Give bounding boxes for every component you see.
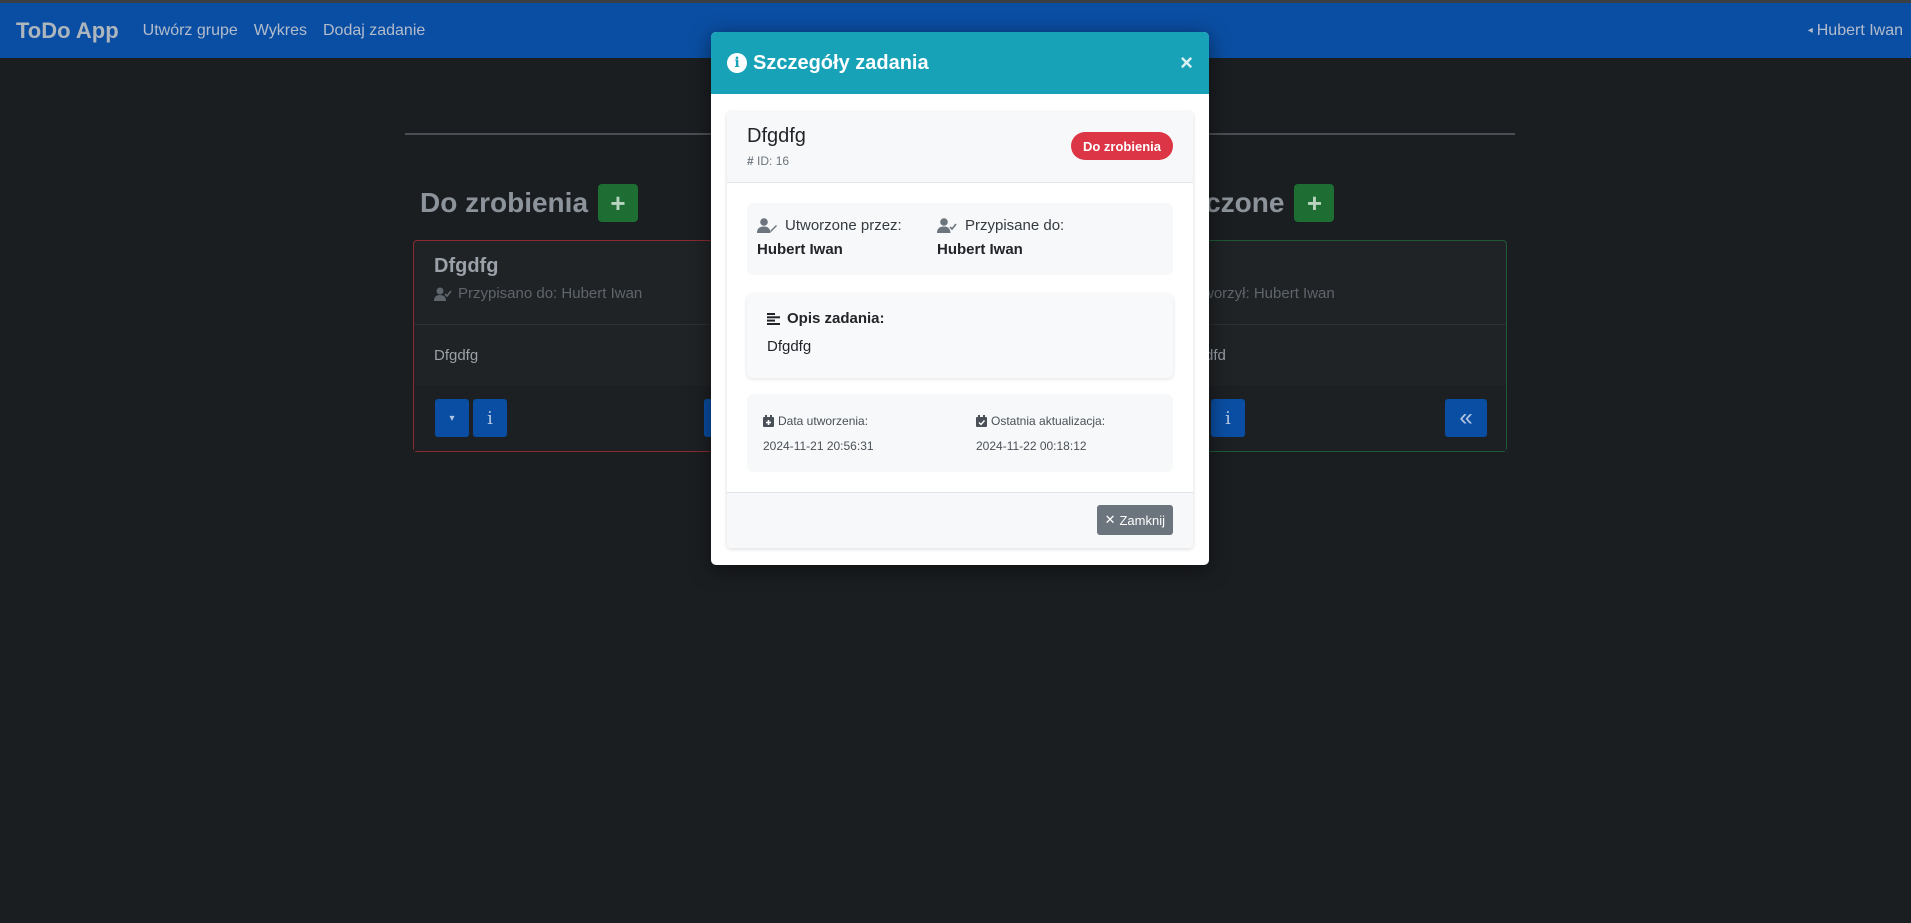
updated-date: Ostatnia aktualizacja: 2024-11-22 00:18:… [976, 414, 1105, 453]
updated-date-label: Ostatnia aktualizacja: [976, 414, 1105, 428]
brand-link[interactable]: ToDo App [16, 18, 119, 44]
x-icon: ✕ [1104, 512, 1116, 527]
task-name: Dfgdfg [747, 125, 806, 147]
close-button-label: Zamknij [1119, 512, 1165, 528]
assigned-to-label-text: Przypisane do: [965, 217, 1065, 234]
created-date-label-text: Data utworzenia: [778, 414, 869, 428]
caret-left-icon: ◂ [1807, 25, 1813, 36]
close-icon[interactable]: × [1180, 50, 1193, 76]
caret-down-icon: ▾ [449, 412, 455, 424]
task-detail-card: Dfgdfg # ID: 16 Do zrobienia Utworzone p… [727, 112, 1193, 548]
nav-link-create-group[interactable]: Utwórz grupe [143, 22, 238, 40]
calendar-plus-icon [763, 415, 774, 427]
modal-title: i Szczegóły zadania [727, 52, 929, 75]
task-card-title: Dfgdfg [434, 255, 499, 277]
created-by: Utworzone przez: Hubert Iwan [757, 217, 902, 258]
info-icon: i [487, 407, 493, 429]
task-card-body: Dfgdfg [434, 347, 479, 364]
modal-title-text: Szczegóły zadania [753, 51, 929, 74]
todo-task-card: Dfgdfg Przypisano do: Hubert Iwan Dfgdfg… [413, 240, 738, 452]
updated-date-label-text: Ostatnia aktualizacja: [991, 414, 1106, 428]
created-date: Data utworzenia: 2024-11-21 20:56:31 [763, 414, 874, 453]
description-label-text: Opis zadania: [787, 310, 885, 327]
description-label: Opis zadania: [767, 310, 885, 327]
created-by-label: Utworzone przez: [757, 217, 902, 234]
people-section: Utworzone przez: Hubert Iwan Przypisane … [747, 203, 1173, 275]
assigned-to: Przypisane do: Hubert Iwan [937, 217, 1064, 258]
task-id-text: ID: 16 [757, 154, 790, 168]
move-back-button[interactable]: « [1445, 399, 1487, 437]
card-separator [414, 324, 712, 325]
dates-section: Data utworzenia: 2024-11-21 20:56:31 Ost… [747, 394, 1173, 472]
double-chevron-left-icon: « [1459, 404, 1473, 431]
created-by-name: Hubert Iwan [757, 241, 843, 258]
card-separator [1181, 324, 1506, 325]
user-pen-icon [757, 218, 777, 233]
align-left-icon [767, 312, 781, 325]
user-dropdown[interactable]: ◂ Hubert Iwan [1808, 22, 1903, 40]
user-name: Hubert Iwan [1816, 21, 1903, 39]
modal-header: i Szczegóły zadania × [711, 32, 1209, 94]
hashtag-icon: # [747, 154, 754, 168]
task-card-creator: worzył: Hubert Iwan [1203, 285, 1335, 302]
assigned-to-label: Przypisane do: [937, 217, 1064, 234]
close-button[interactable]: ✕ Zamknij [1096, 505, 1173, 535]
task-detail-header: Dfgdfg # ID: 16 Do zrobienia [727, 112, 1193, 183]
assigned-text: Przypisano do: Hubert Iwan [458, 285, 643, 302]
task-detail-footer: ✕ Zamknij [727, 492, 1193, 548]
done-task-card: worzył: Hubert Iwan dfd i « [1180, 240, 1507, 452]
status-dropdown-button[interactable]: ▾ [435, 399, 469, 437]
updated-date-value: 2024-11-22 00:18:12 [976, 439, 1087, 453]
assigned-to-name: Hubert Iwan [937, 241, 1023, 258]
info-circle-icon: i [727, 53, 747, 73]
description-section: Opis zadania: Dfgdfg [747, 294, 1173, 378]
info-icon: i [1225, 407, 1231, 429]
user-check-icon [937, 218, 957, 233]
task-details-modal: i Szczegóły zadania × Dfgdfg # ID: 16 Do… [711, 32, 1209, 565]
created-by-label-text: Utworzone przez: [785, 217, 902, 234]
status-badge: Do zrobienia [1070, 132, 1173, 160]
info-button[interactable]: i [473, 399, 507, 437]
todo-heading-text: Do zrobienia [420, 187, 589, 218]
add-todo-button[interactable]: + [598, 184, 639, 222]
add-done-button[interactable]: + [1294, 184, 1335, 222]
nav-link-chart[interactable]: Wykres [254, 22, 307, 40]
created-date-value: 2024-11-21 20:56:31 [763, 439, 874, 453]
calendar-check-icon [976, 415, 987, 427]
description-text: Dfgdfg [767, 338, 812, 355]
user-check-icon [434, 287, 452, 301]
info-button[interactable]: i [1211, 399, 1245, 437]
task-id: # ID: 16 [747, 154, 789, 168]
todo-column-heading: Do zrobienia + [420, 184, 639, 222]
done-column-heading: ńczone + [1188, 184, 1335, 222]
nav-link-add-task[interactable]: Dodaj zadanie [323, 22, 425, 40]
created-date-label: Data utworzenia: [763, 414, 874, 428]
task-card-assigned: Przypisano do: Hubert Iwan [434, 285, 642, 302]
